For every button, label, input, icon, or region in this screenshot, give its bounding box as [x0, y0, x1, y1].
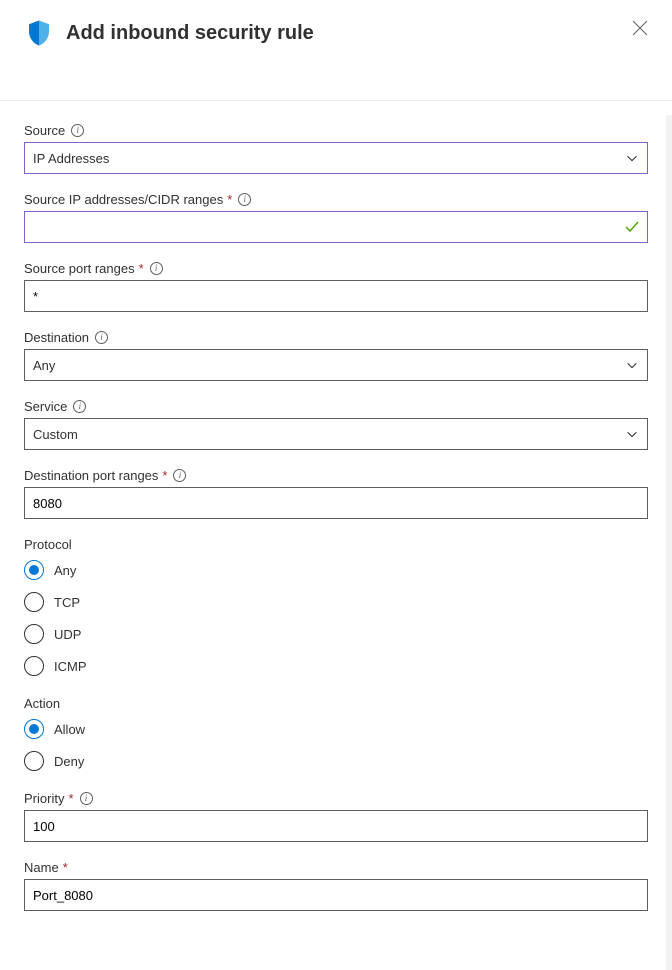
required-mark: * [63, 860, 68, 875]
blade-header: Add inbound security rule [24, 18, 648, 48]
destination-value: Any [33, 358, 55, 373]
radio-label: ICMP [54, 659, 87, 674]
info-icon[interactable]: i [80, 792, 93, 805]
required-mark: * [227, 192, 232, 207]
source-port-label: Source port ranges [24, 261, 135, 276]
radio-icon [24, 592, 44, 612]
info-icon[interactable]: i [95, 331, 108, 344]
blade-title: Add inbound security rule [66, 22, 632, 45]
source-port-input[interactable] [24, 280, 648, 312]
chevron-down-icon [625, 358, 639, 372]
action-label: Action [24, 696, 60, 711]
radio-icon [24, 560, 44, 580]
destination-label: Destination [24, 330, 89, 345]
destination-select[interactable]: Any [24, 349, 648, 381]
chevron-down-icon [625, 151, 639, 165]
radio-label: Allow [54, 722, 85, 737]
radio-label: Any [54, 563, 76, 578]
source-ip-input[interactable] [24, 211, 648, 243]
required-mark: * [162, 468, 167, 483]
radio-icon [24, 624, 44, 644]
check-icon [624, 219, 640, 235]
close-button[interactable] [632, 20, 648, 36]
radio-label: TCP [54, 595, 80, 610]
info-icon[interactable]: i [173, 469, 186, 482]
protocol-radio-udp[interactable]: UDP [24, 622, 648, 646]
priority-label: Priority [24, 791, 64, 806]
info-icon[interactable]: i [238, 193, 251, 206]
dest-port-label: Destination port ranges [24, 468, 158, 483]
protocol-radio-any[interactable]: Any [24, 558, 648, 582]
divider [0, 100, 672, 101]
name-input[interactable] [24, 879, 648, 911]
radio-icon [24, 656, 44, 676]
protocol-radio-icmp[interactable]: ICMP [24, 654, 648, 678]
required-mark: * [139, 261, 144, 276]
action-radio-allow[interactable]: Allow [24, 717, 648, 741]
service-select[interactable]: Custom [24, 418, 648, 450]
source-ip-label: Source IP addresses/CIDR ranges [24, 192, 223, 207]
info-icon[interactable]: i [71, 124, 84, 137]
action-radio-deny[interactable]: Deny [24, 749, 648, 773]
radio-icon [24, 751, 44, 771]
service-value: Custom [33, 427, 78, 442]
info-icon[interactable]: i [150, 262, 163, 275]
shield-icon [24, 18, 54, 48]
source-select[interactable]: IP Addresses [24, 142, 648, 174]
required-mark: * [68, 791, 73, 806]
protocol-label: Protocol [24, 537, 72, 552]
source-label: Source [24, 123, 65, 138]
radio-icon [24, 719, 44, 739]
source-value: IP Addresses [33, 151, 109, 166]
service-label: Service [24, 399, 67, 414]
protocol-radio-tcp[interactable]: TCP [24, 590, 648, 614]
name-label: Name [24, 860, 59, 875]
scrollbar[interactable] [666, 115, 672, 970]
radio-label: UDP [54, 627, 81, 642]
chevron-down-icon [625, 427, 639, 441]
dest-port-input[interactable] [24, 487, 648, 519]
radio-label: Deny [54, 754, 84, 769]
priority-input[interactable] [24, 810, 648, 842]
info-icon[interactable]: i [73, 400, 86, 413]
